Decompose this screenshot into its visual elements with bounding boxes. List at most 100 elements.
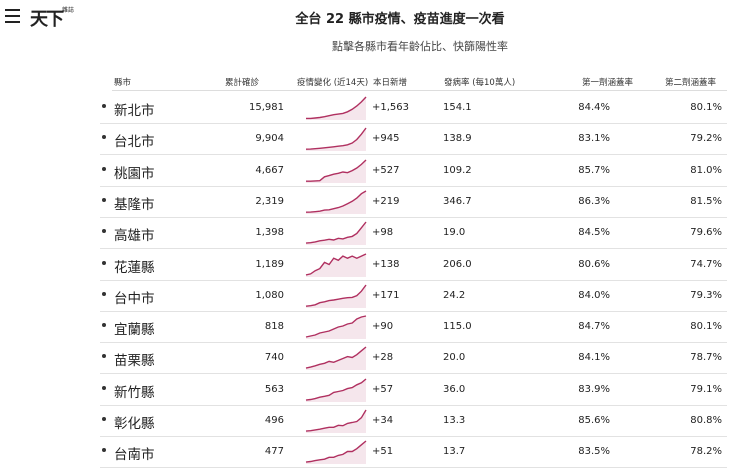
expand-bullet-icon[interactable] [102,385,106,390]
col-new[interactable]: 本日新增 [373,76,407,88]
dose1-coverage: 83.1% [578,133,610,145]
trend-sparkline [306,159,367,183]
expand-bullet-icon[interactable] [102,448,106,453]
col-dose2[interactable]: 第二劑涵蓋率 [665,76,716,88]
cumulative-cases: 496 [264,415,284,426]
new-cases: +51 [372,446,394,458]
expand-bullet-icon[interactable] [102,323,106,328]
new-cases: +90 [372,321,394,333]
dose1-coverage: 84.7% [578,321,610,333]
dose1-coverage: 85.7% [578,164,610,176]
table-row[interactable]: 基隆市 2,319 +219 346.7 86.3% 81.5% [100,187,727,218]
cumulative-cases: 1,398 [255,227,284,239]
dose2-coverage: 80.1% [690,102,722,113]
cumulative-cases: 1,189 [255,258,284,270]
dose2-coverage: 80.8% [690,415,722,426]
sparkline-area [306,190,366,214]
sparkline-area [306,159,366,183]
trend-sparkline [305,221,367,246]
dose2-coverage: 79.3% [690,289,722,301]
new-cases: +57 [372,383,394,395]
county-name[interactable]: 彰化縣 [114,412,155,432]
dose1-coverage: 84.5% [578,227,610,239]
dose2-coverage: 80.1% [690,321,722,333]
county-name[interactable]: 台南市 [114,443,155,463]
incidence-rate: 206.0 [443,258,472,270]
incidence-rate: 154.1 [443,102,472,113]
incidence-rate: 13.3 [443,415,466,426]
table-row[interactable]: 苗栗縣 740 +28 20.0 84.1% 78.7% [100,343,727,375]
trend-sparkline [305,127,367,152]
expand-bullet-icon[interactable] [102,166,106,171]
cumulative-cases: 9,904 [255,133,284,145]
incidence-rate: 346.7 [443,195,472,207]
county-name[interactable]: 苗栗縣 [114,349,155,369]
dose1-coverage: 86.3% [578,195,610,207]
page-subtitle: 點擊各縣市看年齡佔比、快篩陽性率 [332,40,508,53]
county-name[interactable]: 台中市 [114,287,155,307]
dose1-coverage: 85.6% [578,415,610,426]
table-row[interactable]: 彰化縣 496 +34 13.3 85.6% 80.8% [100,406,727,437]
expand-bullet-icon[interactable] [102,354,106,359]
incidence-rate: 109.2 [443,164,472,176]
expand-bullet-icon[interactable] [102,229,106,234]
incidence-rate: 115.0 [443,321,472,333]
table-row[interactable]: 新竹縣 563 +57 36.0 83.9% 79.1% [100,375,727,406]
dose1-coverage: 83.5% [578,446,610,458]
county-name[interactable]: 高雄市 [114,224,155,244]
trend-sparkline [305,440,367,465]
col-rate[interactable]: 發病率 (每10萬人) [444,76,515,88]
incidence-rate: 24.2 [443,289,466,301]
dose2-coverage: 78.7% [690,352,722,364]
expand-bullet-icon[interactable] [102,135,106,140]
new-cases: +28 [372,352,394,364]
expand-bullet-icon[interactable] [102,417,106,421]
table-row[interactable]: 桃園市 4,667 +527 109.2 85.7% 81.0% [100,156,727,187]
new-cases: +1,563 [372,102,410,113]
cumulative-cases: 2,319 [255,195,284,207]
table-row[interactable]: 花蓮縣 1,189 +138 206.0 80.6% 74.7% [100,250,727,281]
col-dose1[interactable]: 第一劑涵蓋率 [582,76,633,88]
table-row[interactable]: 台北市 9,904 +945 138.9 83.1% 79.2% [100,124,727,156]
trend-sparkline [305,252,367,277]
table-row[interactable]: 台中市 1,080 +171 24.2 84.0% 79.3% [100,281,727,312]
table-row[interactable]: 高雄市 1,398 +98 19.0 84.5% 79.6% [100,218,727,250]
dose2-coverage: 81.5% [690,195,722,207]
trend-sparkline [305,284,367,308]
col-cumulative[interactable]: 累計確診 [225,76,259,88]
dose2-coverage: 79.6% [690,227,722,239]
dose2-coverage: 81.0% [690,164,722,176]
new-cases: +219 [372,195,400,207]
cumulative-cases: 1,080 [255,289,284,301]
county-name[interactable]: 花蓮縣 [114,256,155,276]
county-name[interactable]: 新竹縣 [114,381,155,401]
county-name[interactable]: 台北市 [114,130,155,150]
cumulative-cases: 740 [264,352,284,364]
dose1-coverage: 83.9% [578,383,610,395]
cumulative-cases: 563 [264,383,284,395]
page-title: 全台 22 縣市疫情、疫苗進度一次看 [295,12,505,27]
county-name[interactable]: 基隆市 [114,193,155,213]
table-row[interactable]: 宜蘭縣 818 +90 115.0 84.7% 80.1% [100,312,727,344]
expand-bullet-icon[interactable] [102,291,106,296]
expand-bullet-icon[interactable] [102,260,106,265]
county-name[interactable]: 桃園市 [114,162,155,182]
incidence-rate: 13.7 [443,446,466,458]
dose1-coverage: 84.0% [578,289,610,301]
incidence-rate: 19.0 [443,227,466,239]
county-name[interactable]: 宜蘭縣 [114,318,155,338]
expand-bullet-icon[interactable] [102,197,106,202]
col-county[interactable]: 縣市 [114,76,131,88]
expand-bullet-icon[interactable] [102,104,106,108]
col-trend: 疫情變化 (近14天) [297,78,369,88]
incidence-rate: 20.0 [443,352,466,364]
dose1-coverage: 84.4% [578,102,610,113]
new-cases: +171 [372,289,400,301]
dose1-coverage: 80.6% [578,258,610,270]
table-row[interactable]: 台南市 477 +51 13.7 83.5% 78.2% [100,437,727,469]
trend-sparkline [305,315,367,340]
table-row[interactable]: 新北市 15,981 +1,563 154.1 84.4% 80.1% [100,93,727,124]
county-name[interactable]: 新北市 [114,99,155,119]
table-header: 縣市 累計確診 疫情變化 (近14天) 本日新增 發病率 (每10萬人) 第一劑… [112,74,727,91]
trend-sparkline [306,96,367,120]
